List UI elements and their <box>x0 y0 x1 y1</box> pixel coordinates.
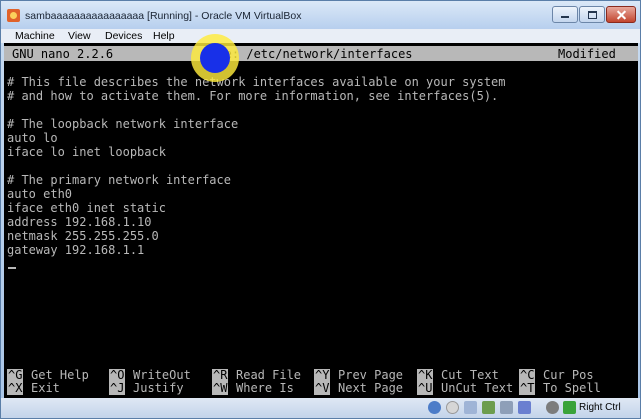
nano-version: GNU nano 2.2.6 <box>12 47 114 61</box>
floppy-icon[interactable] <box>464 401 477 414</box>
shortcut-key: ^U <box>417 381 434 395</box>
title-bar[interactable]: sambaaaaaaaaaaaaaaaa [Running] - Oracle … <box>1 1 640 29</box>
file-line: iface lo inet loopback <box>7 145 166 159</box>
optical-drive-icon[interactable] <box>446 401 459 414</box>
nano-title-bar: GNU nano 2.2.6 File: /etc/network/interf… <box>4 46 638 61</box>
shortcut-label: Next Page <box>338 381 404 395</box>
file-line: # This file describes the network interf… <box>7 75 506 89</box>
shortcut-key: ^W <box>212 381 229 395</box>
usb-icon[interactable] <box>500 401 513 414</box>
keyboard-capture-icon[interactable] <box>563 401 576 414</box>
close-button[interactable] <box>606 6 636 23</box>
menu-devices[interactable]: Devices <box>105 30 142 42</box>
maximize-button[interactable] <box>579 6 605 23</box>
file-line: address 192.168.1.10 <box>7 215 152 229</box>
file-line: # The primary network interface <box>7 173 231 187</box>
shortcut-label: UnCut Text <box>441 381 514 395</box>
minimize-button[interactable] <box>552 6 578 23</box>
shortcut-key: ^X <box>7 381 24 395</box>
file-line: gateway 192.168.1.1 <box>7 243 145 257</box>
shortcut-label: To Spell <box>543 381 601 395</box>
shortcut-key: ^V <box>314 381 331 395</box>
click-highlight-marker <box>191 34 239 82</box>
file-line: auto eth0 <box>7 187 73 201</box>
shortcut-key: ^J <box>109 381 126 395</box>
nano-modified-status: Modified <box>558 47 616 61</box>
window-title: sambaaaaaaaaaaaaaaaa [Running] - Oracle … <box>25 10 302 22</box>
virtualbox-window: sambaaaaaaaaaaaaaaaa [Running] - Oracle … <box>0 0 641 419</box>
host-key-label: Right Ctrl <box>579 402 621 413</box>
file-line: netmask 255.255.255.0 <box>7 229 159 243</box>
file-line: # The loopback network interface <box>7 117 239 131</box>
menu-view[interactable]: View <box>68 30 91 42</box>
vm-status-bar: Right Ctrl <box>1 398 640 418</box>
menu-help[interactable]: Help <box>153 30 175 42</box>
shortcut-label: Where Is <box>236 381 294 395</box>
menu-bar: Machine View Devices Help <box>1 29 640 43</box>
menu-machine[interactable]: Machine <box>15 30 55 42</box>
file-line: iface eth0 inet static <box>7 201 166 215</box>
vm-screen-terminal[interactable]: GNU nano 2.2.6 File: /etc/network/interf… <box>4 43 638 398</box>
hard-disk-icon[interactable] <box>428 401 441 414</box>
file-line: # and how to activate them. For more inf… <box>7 89 499 103</box>
shortcut-label: Justify <box>133 381 184 395</box>
file-line: auto lo <box>7 131 58 145</box>
shared-folder-icon[interactable] <box>518 401 531 414</box>
shortcut-key: ^T <box>519 381 536 395</box>
mouse-capture-icon[interactable] <box>546 401 559 414</box>
network-icon[interactable] <box>482 401 495 414</box>
virtualbox-app-icon <box>7 9 20 22</box>
text-cursor <box>8 267 16 269</box>
shortcut-label: Exit <box>31 381 60 395</box>
